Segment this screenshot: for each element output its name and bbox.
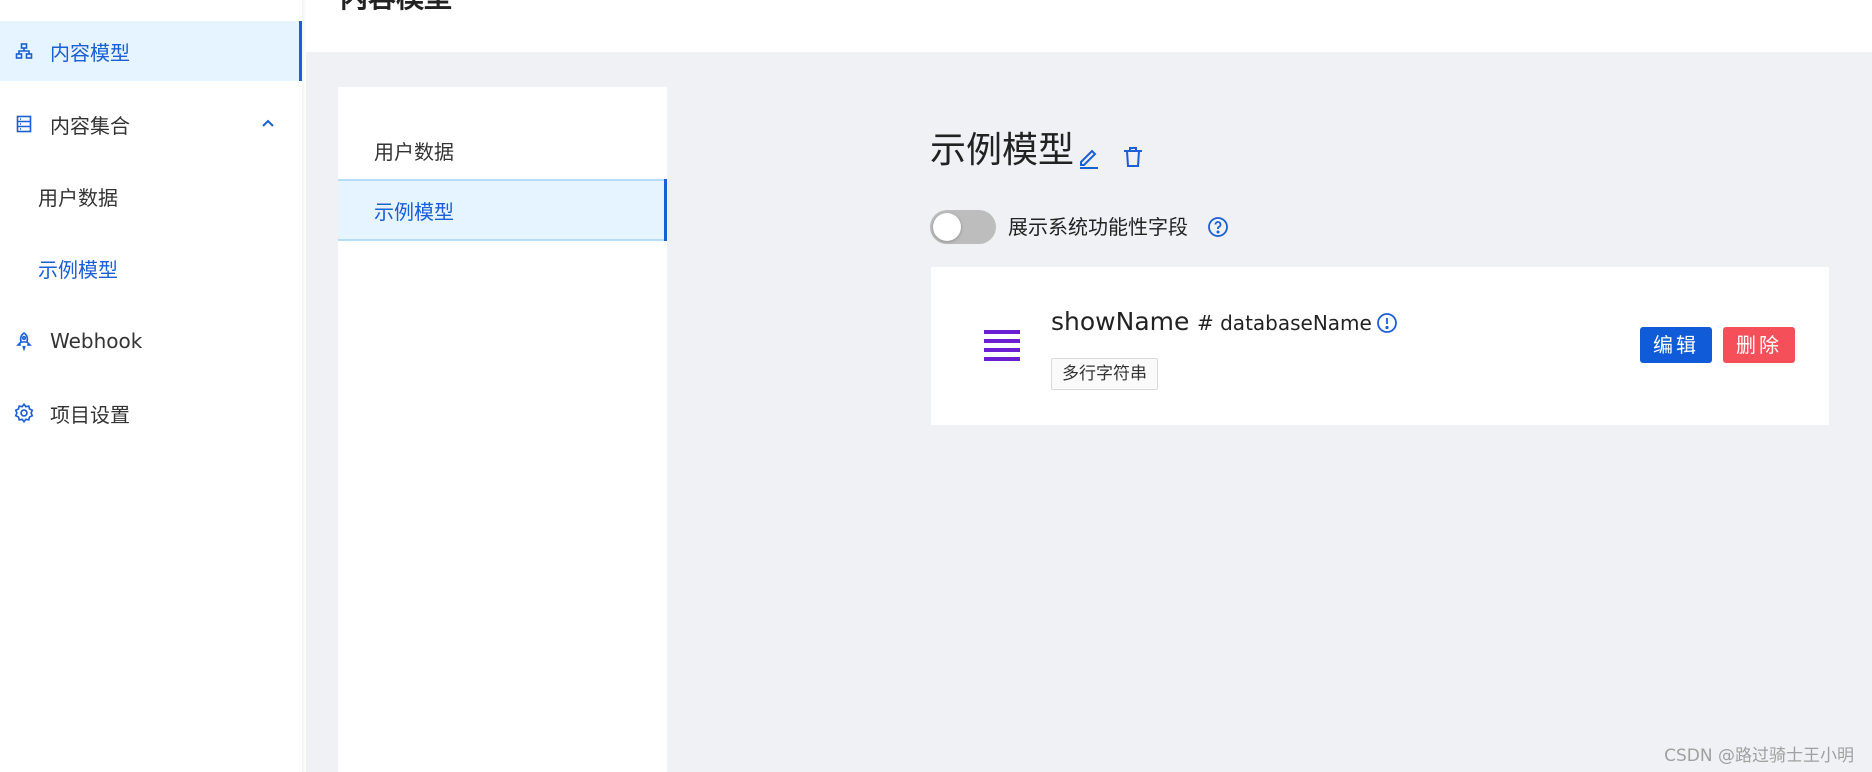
delete-field-button[interactable]: 删除 (1723, 327, 1795, 363)
field-type-tag: 多行字符串 (1051, 358, 1158, 390)
toggle-knob (933, 213, 961, 241)
app: 内容模型 内容集合 用户数据 示例模型 Webhook 项目设置 用户数据 示例… (0, 0, 1872, 772)
model-list-item-label: 用户数据 (374, 139, 454, 164)
sidebar-item-content-model[interactable]: 内容模型 (0, 21, 302, 81)
model-list-item-label: 示例模型 (374, 199, 454, 224)
database-icon (12, 112, 36, 136)
model-list-item-sample-model[interactable]: 示例模型 (338, 179, 667, 241)
sidebar-item-webhook[interactable]: Webhook (0, 311, 302, 371)
question-icon[interactable] (1206, 215, 1230, 239)
system-fields-toggle-label: 展示系统功能性字段 (1008, 215, 1188, 239)
field-card: showName # databaseName 多行字符串 编辑 删除 (931, 267, 1829, 425)
sidebar: 内容模型 内容集合 用户数据 示例模型 Webhook 项目设置 (0, 0, 302, 772)
sidebar-item-label: 示例模型 (38, 257, 118, 282)
watermark: CSDN @路过骑士王小明 (1664, 746, 1854, 766)
page-title: 内容模型 (340, 0, 452, 16)
sidebar-item-label: 内容集合 (50, 113, 130, 138)
sidebar-item-label: Webhook (50, 329, 143, 353)
sidebar-item-project-settings[interactable]: 项目设置 (0, 383, 302, 443)
edit-pencil-icon[interactable] (1076, 144, 1102, 170)
sidebar-item-sample-model[interactable]: 示例模型 (0, 238, 302, 298)
sidebar-item-user-data[interactable]: 用户数据 (0, 166, 302, 226)
sidebar-item-label: 内容模型 (50, 40, 130, 65)
chevron-up-icon[interactable] (256, 112, 280, 136)
sidebar-item-content-collection[interactable]: 内容集合 (0, 94, 302, 154)
main-content: 用户数据 示例模型 示例模型 展示系统功能性字段 showName # data… (306, 52, 1872, 772)
info-icon[interactable] (1375, 311, 1399, 335)
trash-icon[interactable] (1120, 144, 1146, 170)
system-fields-toggle[interactable] (930, 210, 996, 244)
webhook-icon (12, 329, 36, 353)
sidebar-item-label: 项目设置 (50, 402, 130, 427)
model-list: 用户数据 示例模型 (338, 87, 667, 772)
model-title: 示例模型 (930, 130, 1075, 171)
page-header: 内容模型 (306, 0, 1872, 52)
edit-field-button[interactable]: 编辑 (1640, 327, 1712, 363)
multiline-text-icon[interactable] (983, 327, 1021, 363)
field-display-name: showName (1051, 307, 1190, 336)
gear-icon (12, 401, 36, 425)
sidebar-item-label: 用户数据 (38, 185, 118, 210)
model-list-item-user-data[interactable]: 用户数据 (338, 119, 667, 181)
field-database-name: # databaseName (1197, 311, 1372, 335)
sitemap-icon (12, 39, 36, 63)
